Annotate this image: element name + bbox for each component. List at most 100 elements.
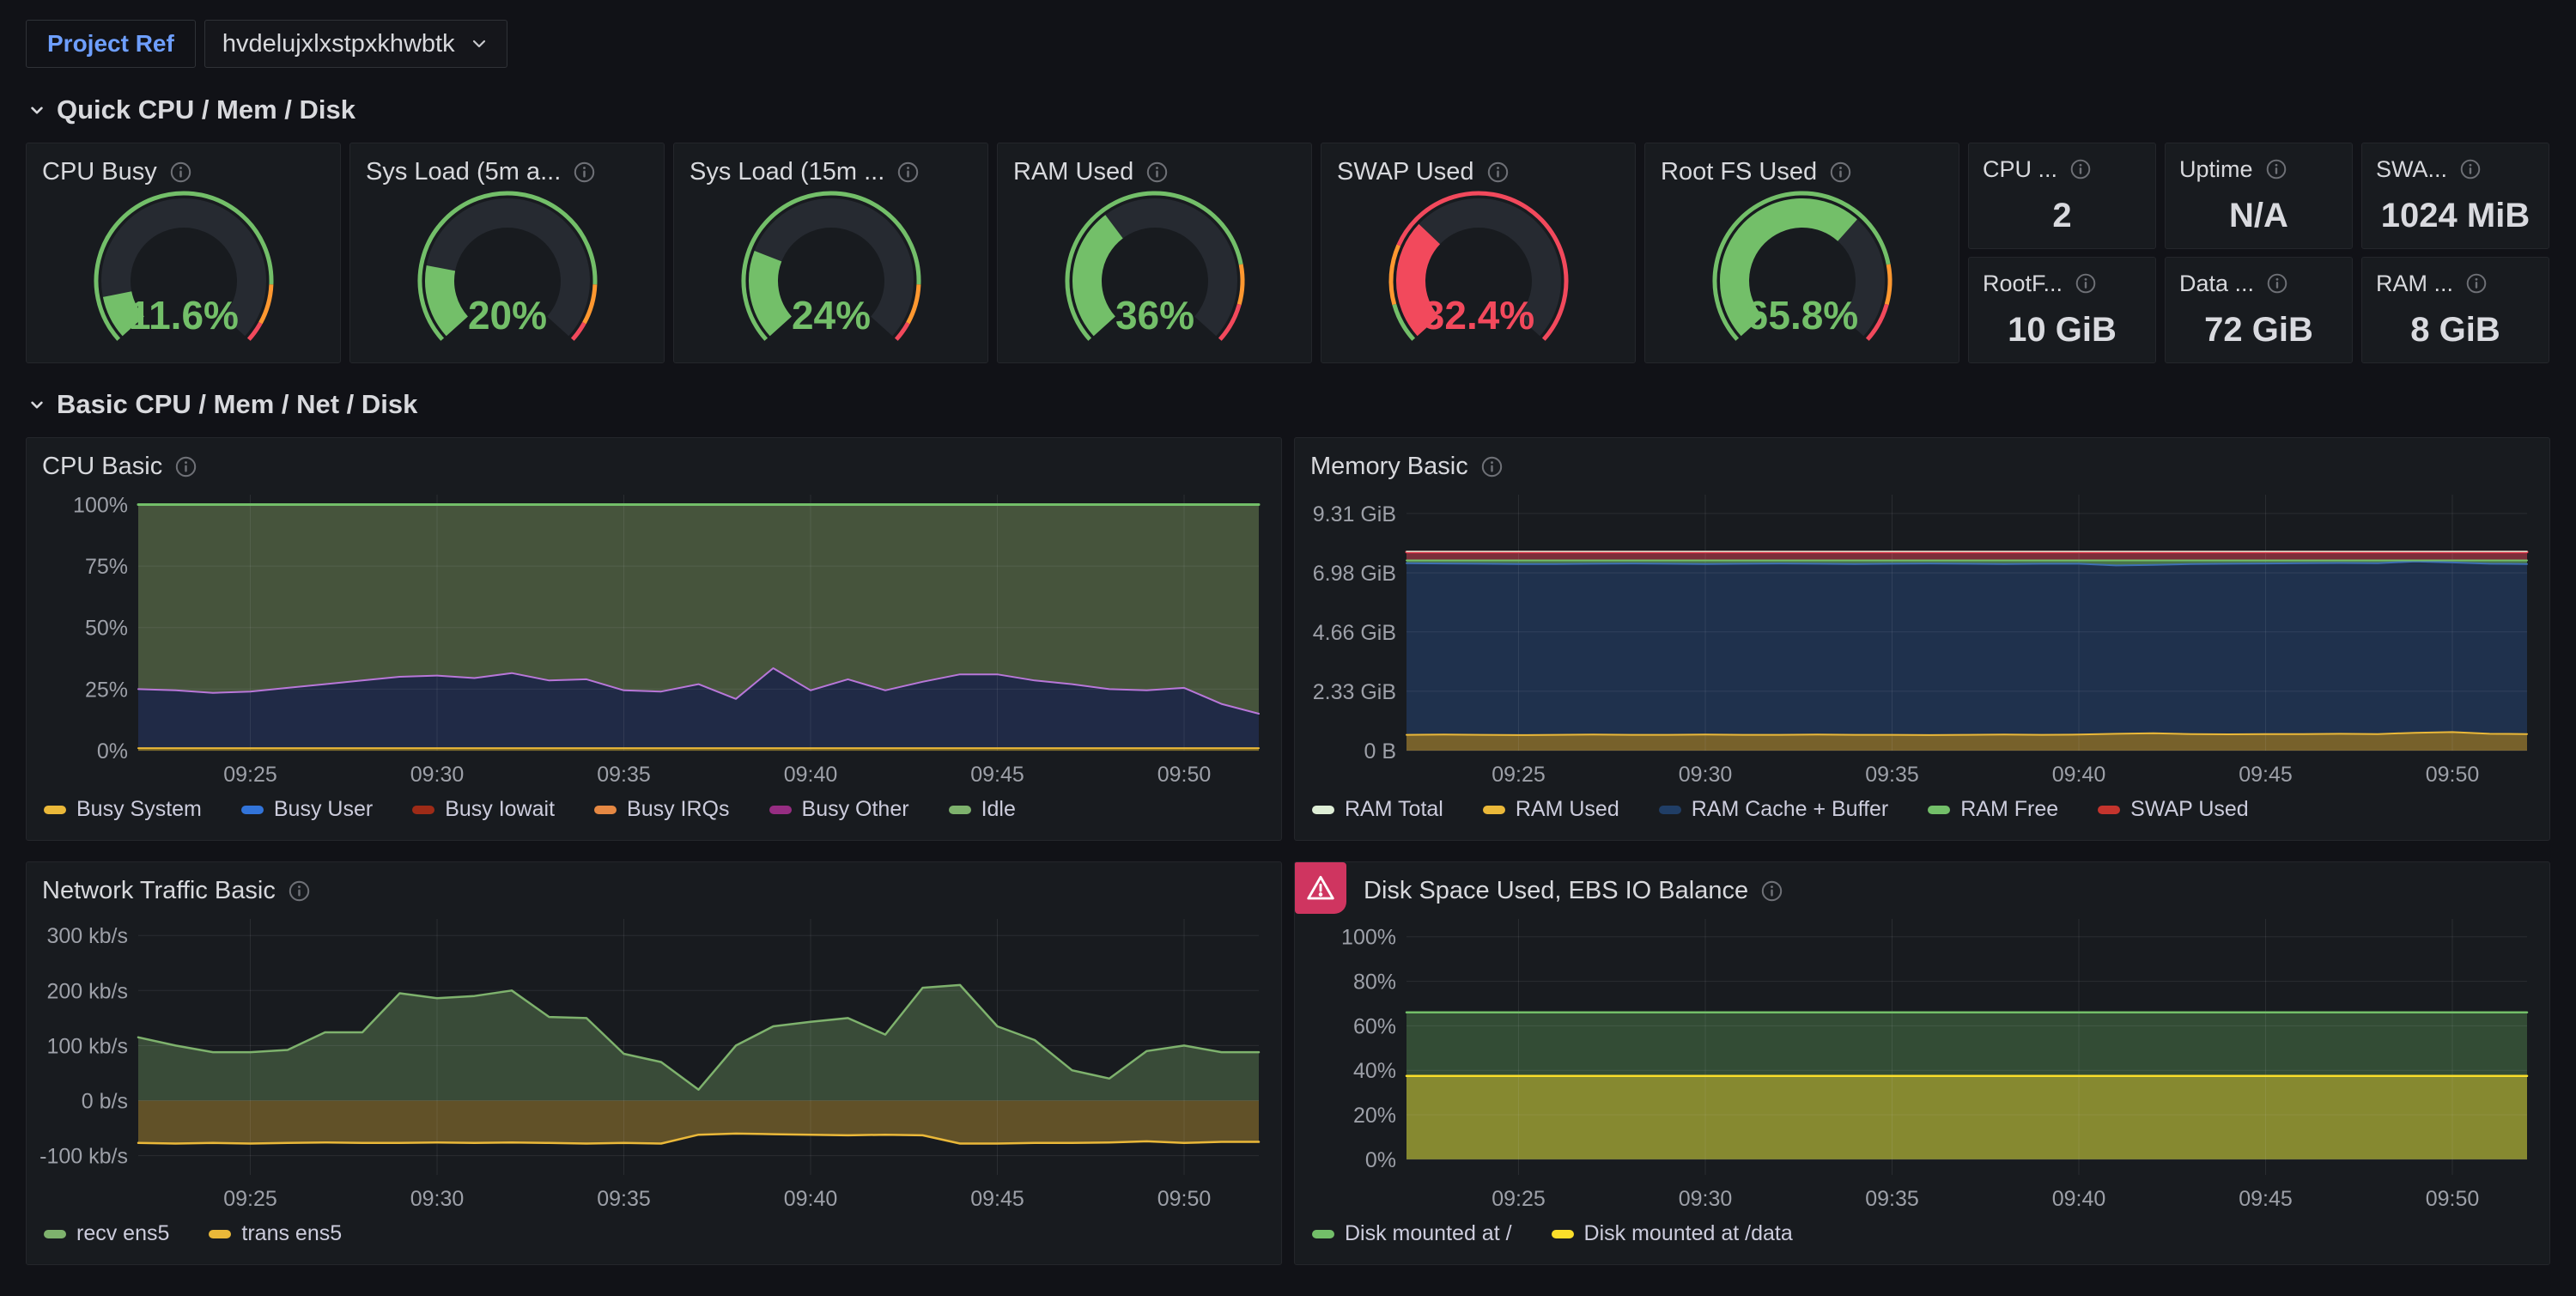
info-icon[interactable]	[1486, 161, 1510, 184]
grafana-dashboard: Project Ref hvdelujxlxstpxkhwbtk Quick C…	[0, 0, 2576, 1296]
legend-item[interactable]: Busy System	[44, 797, 202, 822]
svg-text:200 kb/s: 200 kb/s	[46, 979, 128, 1003]
svg-text:09:40: 09:40	[784, 1187, 838, 1211]
chart-row-2: Network Traffic Basic -100 kb/s0 b/s100 …	[26, 861, 2550, 1265]
panel-disk-space-used: Disk Space Used, EBS IO Balance 0%20%40%…	[1294, 861, 2550, 1265]
legend-item[interactable]: Idle	[949, 797, 1016, 822]
info-icon[interactable]	[169, 161, 192, 184]
alert-state-badge[interactable]	[1295, 862, 1346, 914]
cpu-basic-chart[interactable]: 0%25%50%75%100%09:2509:3009:3509:4009:45…	[37, 484, 1271, 788]
stat-value: 8 GiB	[2362, 311, 2549, 350]
panel-title[interactable]: Network Traffic Basic	[42, 877, 276, 905]
svg-text:09:40: 09:40	[784, 763, 838, 787]
ram-used-gauge[interactable]: 36%	[1048, 190, 1262, 358]
info-icon[interactable]	[2265, 158, 2287, 180]
info-icon[interactable]	[896, 161, 920, 184]
stat-value: 2	[1969, 197, 2155, 235]
legend-color-chip	[2098, 806, 2120, 814]
panel-title[interactable]: Memory Basic	[1310, 453, 1468, 481]
legend-label: Disk mounted at /data	[1584, 1221, 1793, 1246]
panel-title[interactable]: Data ...	[2179, 271, 2254, 297]
info-icon[interactable]	[174, 455, 197, 478]
cpu-busy-gauge[interactable]: 11.6%	[76, 190, 291, 358]
legend-label: Busy Iowait	[445, 797, 555, 822]
panel-uptime: Uptime N/A	[2165, 143, 2353, 249]
svg-text:11.6%: 11.6%	[129, 293, 239, 338]
panel-title[interactable]: RAM ...	[2376, 271, 2453, 297]
legend-item[interactable]: SWAP Used	[2098, 797, 2249, 822]
panel-root-fs-used: Root FS Used 65.8%	[1644, 143, 1959, 363]
svg-text:50%: 50%	[85, 617, 128, 641]
legend-color-chip	[44, 806, 66, 814]
info-icon[interactable]	[2069, 158, 2092, 180]
stat-column-1: CPU ... 2 RootF... 10 GiB	[1968, 143, 2156, 363]
panel-title[interactable]: Sys Load (15m ...	[690, 158, 884, 186]
legend-item[interactable]: Busy IRQs	[594, 797, 729, 822]
info-icon[interactable]	[573, 161, 596, 184]
panel-title[interactable]: Sys Load (5m a...	[366, 158, 561, 186]
info-icon[interactable]	[2465, 272, 2488, 295]
legend-color-chip	[209, 1230, 231, 1238]
info-icon[interactable]	[2075, 272, 2097, 295]
section-title: Quick CPU / Mem / Disk	[57, 94, 355, 125]
panel-title[interactable]: RootF...	[1983, 271, 2063, 297]
svg-text:09:25: 09:25	[223, 763, 277, 787]
panel-network-traffic-basic: Network Traffic Basic -100 kb/s0 b/s100 …	[26, 861, 1282, 1265]
panel-ram-total: RAM ... 8 GiB	[2361, 257, 2549, 363]
legend-color-chip	[1483, 806, 1505, 814]
panel-title[interactable]: CPU Busy	[42, 158, 157, 186]
legend-color-chip	[1552, 1230, 1574, 1238]
info-icon[interactable]	[2459, 158, 2482, 180]
svg-text:09:40: 09:40	[2052, 1187, 2106, 1211]
info-icon[interactable]	[1145, 161, 1169, 184]
variable-value: hvdelujxlxstpxkhwbtk	[222, 30, 455, 58]
legend-label: Idle	[981, 797, 1016, 822]
panel-title[interactable]: SWA...	[2376, 156, 2447, 183]
legend-item[interactable]: RAM Free	[1928, 797, 2058, 822]
legend-item[interactable]: Busy Iowait	[412, 797, 555, 822]
section-basic-cpu-mem-net-disk[interactable]: Basic CPU / Mem / Net / Disk	[26, 386, 2550, 423]
legend-label: Busy User	[274, 797, 373, 822]
sys-load-5m-gauge[interactable]: 20%	[400, 190, 615, 358]
network-traffic-chart[interactable]: -100 kb/s0 b/s100 kb/s200 kb/s300 kb/s09…	[37, 909, 1271, 1213]
svg-text:09:50: 09:50	[2426, 1187, 2480, 1211]
quick-row: CPU Busy 11.6% Sys Load (5m a... 20% Sys…	[26, 143, 2550, 363]
sys-load-15m-gauge[interactable]: 24%	[724, 190, 939, 358]
info-icon[interactable]	[1480, 455, 1504, 478]
panel-title[interactable]: RAM Used	[1013, 158, 1133, 186]
info-icon[interactable]	[288, 879, 311, 903]
svg-text:80%: 80%	[1353, 970, 1396, 995]
section-quick-cpu-mem-disk[interactable]: Quick CPU / Mem / Disk	[26, 91, 2550, 129]
legend-item[interactable]: recv ens5	[44, 1221, 169, 1246]
panel-title[interactable]: Disk Space Used, EBS IO Balance	[1364, 877, 1748, 905]
svg-text:75%: 75%	[85, 555, 128, 579]
legend-label: RAM Cache + Buffer	[1692, 797, 1889, 822]
section-title: Basic CPU / Mem / Net / Disk	[57, 389, 417, 420]
panel-title[interactable]: SWAP Used	[1337, 158, 1474, 186]
panel-title[interactable]: CPU Basic	[42, 453, 162, 481]
swap-used-gauge[interactable]: 32.4%	[1371, 190, 1586, 358]
svg-text:32.4%: 32.4%	[1422, 293, 1534, 338]
panel-title[interactable]: Root FS Used	[1661, 158, 1817, 186]
info-icon[interactable]	[1829, 161, 1852, 184]
legend-item[interactable]: RAM Cache + Buffer	[1659, 797, 1889, 822]
chevron-down-icon	[469, 33, 489, 54]
legend-color-chip	[1312, 1230, 1334, 1238]
disk-space-chart[interactable]: 0%20%40%60%80%100%09:2509:3009:3509:4009…	[1305, 909, 2539, 1213]
panel-cpu-busy: CPU Busy 11.6%	[26, 143, 341, 363]
panel-title[interactable]: Uptime	[2179, 156, 2253, 183]
info-icon[interactable]	[1760, 879, 1783, 903]
legend-item[interactable]: RAM Total	[1312, 797, 1443, 822]
legend-item[interactable]: Disk mounted at /	[1312, 1221, 1512, 1246]
legend-item[interactable]: Busy Other	[769, 797, 909, 822]
variable-dropdown[interactable]: hvdelujxlxstpxkhwbtk	[204, 20, 507, 68]
legend-item[interactable]: Disk mounted at /data	[1552, 1221, 1793, 1246]
legend-label: RAM Free	[1960, 797, 2058, 822]
legend-item[interactable]: RAM Used	[1483, 797, 1619, 822]
root-fs-used-gauge[interactable]: 65.8%	[1695, 190, 1910, 358]
legend-item[interactable]: trans ens5	[209, 1221, 342, 1246]
info-icon[interactable]	[2266, 272, 2288, 295]
panel-title[interactable]: CPU ...	[1983, 156, 2057, 183]
legend-item[interactable]: Busy User	[241, 797, 373, 822]
memory-basic-chart[interactable]: 0 B2.33 GiB4.66 GiB6.98 GiB9.31 GiB09:25…	[1305, 484, 2539, 788]
